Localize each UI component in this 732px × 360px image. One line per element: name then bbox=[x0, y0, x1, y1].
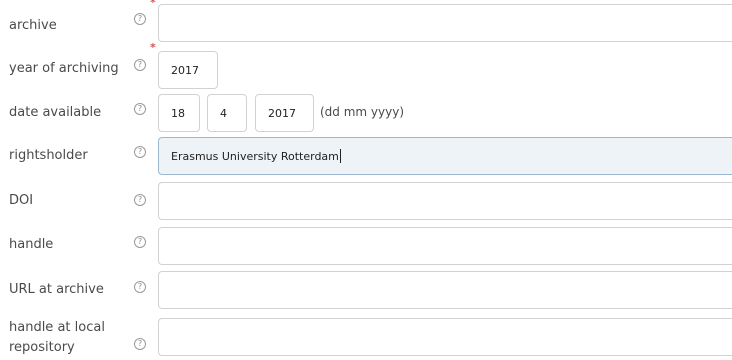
required-marker: * bbox=[150, 41, 156, 54]
text-caret bbox=[339, 149, 341, 163]
label-archive: archive bbox=[9, 18, 57, 33]
label-doi: DOI bbox=[9, 193, 34, 208]
date-format-hint: (dd mm yyyy) bbox=[320, 105, 405, 119]
handle-at-local-repository-input[interactable] bbox=[158, 318, 732, 356]
required-marker: * bbox=[150, 0, 156, 9]
archive-input[interactable] bbox=[158, 4, 732, 42]
help-icon[interactable]: ? bbox=[134, 236, 146, 248]
rightsholder-value: Erasmus University Rotterdam bbox=[171, 149, 339, 163]
archive-form: archive ? * year of archiving ? * 2017 d… bbox=[0, 0, 732, 360]
help-icon[interactable]: ? bbox=[134, 338, 146, 350]
doi-input[interactable] bbox=[158, 182, 732, 220]
date-month-input[interactable]: 4 bbox=[207, 94, 247, 132]
help-icon[interactable]: ? bbox=[134, 146, 146, 158]
date-year-input[interactable]: 2017 bbox=[255, 94, 314, 132]
help-icon[interactable]: ? bbox=[134, 103, 146, 115]
year-of-archiving-input[interactable]: 2017 bbox=[158, 51, 218, 89]
label-handle: handle bbox=[9, 237, 54, 252]
label-year-of-archiving: year of archiving bbox=[9, 61, 119, 76]
help-icon[interactable]: ? bbox=[134, 59, 146, 71]
label-rightsholder: rightsholder bbox=[9, 148, 88, 163]
help-icon[interactable]: ? bbox=[134, 281, 146, 293]
help-icon[interactable]: ? bbox=[134, 13, 146, 25]
help-icon[interactable]: ? bbox=[134, 194, 146, 206]
date-day-input[interactable]: 18 bbox=[158, 94, 200, 132]
rightsholder-input[interactable]: Erasmus University Rotterdam bbox=[158, 137, 732, 175]
handle-input[interactable] bbox=[158, 227, 732, 265]
label-url-at-archive: URL at archive bbox=[9, 282, 104, 297]
label-handle-at-local-repository: handle at local repository bbox=[9, 320, 105, 355]
label-date-available: date available bbox=[9, 105, 102, 120]
url-at-archive-input[interactable] bbox=[158, 271, 732, 309]
